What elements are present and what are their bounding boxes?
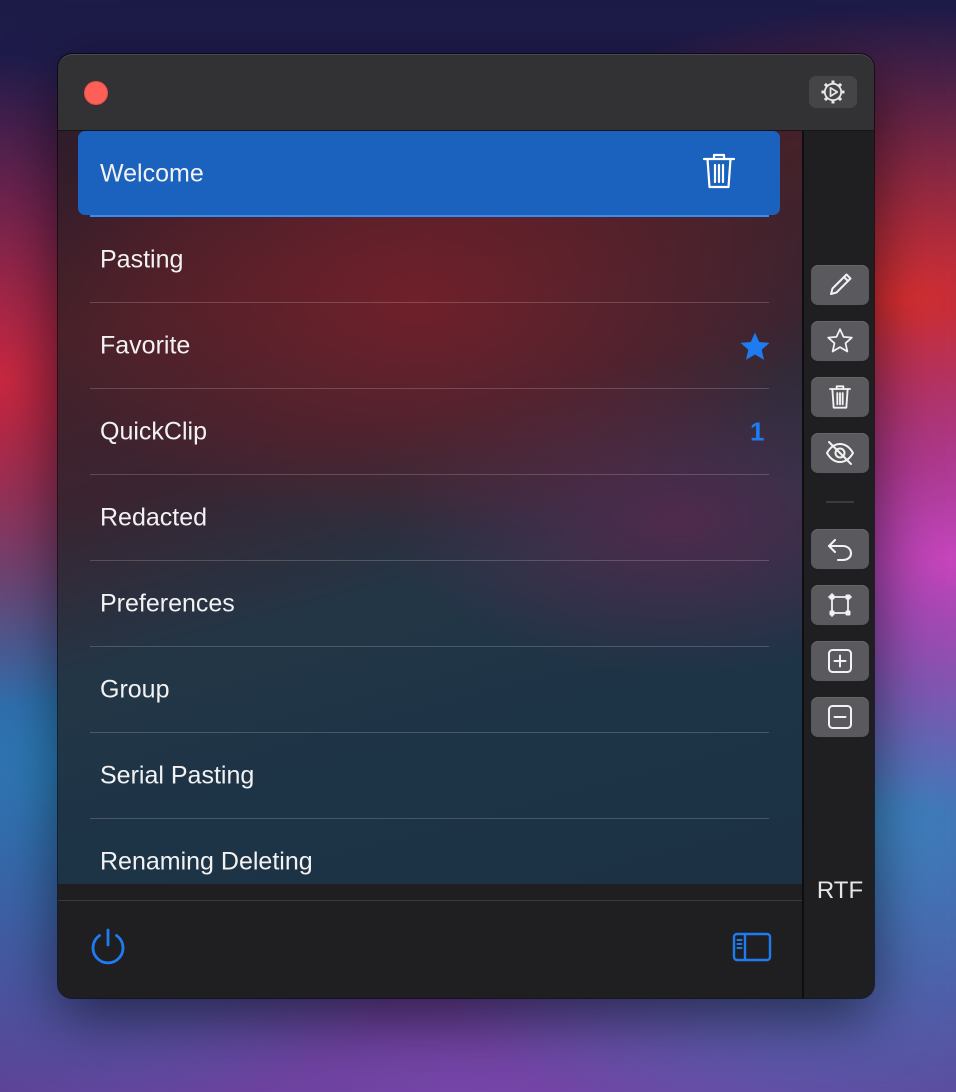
favorite-button[interactable] xyxy=(811,321,869,361)
trash-icon xyxy=(702,153,736,189)
sidebar-toggle-button[interactable] xyxy=(732,931,772,963)
list-item[interactable]: Pasting xyxy=(58,217,802,303)
power-button[interactable] xyxy=(88,927,128,967)
list-item-label: Preferences xyxy=(100,589,235,618)
list-item[interactable]: Renaming Deleting xyxy=(58,819,802,884)
list-item-label: Renaming Deleting xyxy=(100,847,313,876)
list-item-label: Pasting xyxy=(100,245,184,274)
list-item-label: Group xyxy=(100,675,170,704)
quickclip-badge: 1 xyxy=(750,416,765,447)
plus-square-icon xyxy=(828,649,852,673)
gear-icon xyxy=(821,80,845,104)
edit-button[interactable] xyxy=(811,265,869,305)
star-icon xyxy=(827,328,853,353)
delete-button[interactable] xyxy=(811,377,869,417)
list-item[interactable]: Group xyxy=(58,647,802,733)
list-item-label: QuickClip xyxy=(100,417,207,446)
app-window: Welcome Pasting Favorite QuickClip 1 Red… xyxy=(58,54,874,998)
format-label[interactable]: RTF xyxy=(804,877,874,905)
eye-slash-icon xyxy=(826,441,854,465)
delete-item-button[interactable] xyxy=(701,151,737,191)
list-item-label: Redacted xyxy=(100,503,208,532)
settings-button[interactable] xyxy=(809,76,857,108)
title-bar xyxy=(58,54,874,131)
pencil-icon xyxy=(830,273,852,295)
add-button[interactable] xyxy=(811,641,869,681)
toolbar-divider xyxy=(826,501,854,503)
list-item-label: Serial Pasting xyxy=(100,761,255,790)
power-icon xyxy=(91,928,125,965)
list-item[interactable]: Welcome xyxy=(58,131,802,217)
list-item[interactable]: QuickClip 1 xyxy=(58,389,802,475)
transform-button[interactable] xyxy=(811,585,869,625)
list-item-label: Welcome xyxy=(100,159,204,188)
side-toolbar: RTF xyxy=(802,131,874,998)
list-item[interactable]: Redacted xyxy=(58,475,802,561)
snippet-list-area: Welcome Pasting Favorite QuickClip 1 Red… xyxy=(58,131,802,884)
snippet-list: Welcome Pasting Favorite QuickClip 1 Red… xyxy=(58,131,802,884)
footer-bar xyxy=(58,900,802,998)
close-button[interactable] xyxy=(84,81,108,105)
star-icon xyxy=(740,332,770,360)
remove-button[interactable] xyxy=(811,697,869,737)
list-item[interactable]: Preferences xyxy=(58,561,802,647)
undo-icon xyxy=(827,538,853,562)
trash-icon xyxy=(829,385,851,409)
undo-button[interactable] xyxy=(811,529,869,569)
list-item-label: Favorite xyxy=(100,331,191,360)
transform-icon xyxy=(828,593,852,617)
sidebar-icon xyxy=(732,932,772,962)
minus-square-icon xyxy=(828,705,852,729)
favorite-indicator xyxy=(739,331,771,363)
redact-button[interactable] xyxy=(811,433,869,473)
list-item[interactable]: Serial Pasting xyxy=(58,733,802,819)
list-item[interactable]: Favorite xyxy=(58,303,802,389)
